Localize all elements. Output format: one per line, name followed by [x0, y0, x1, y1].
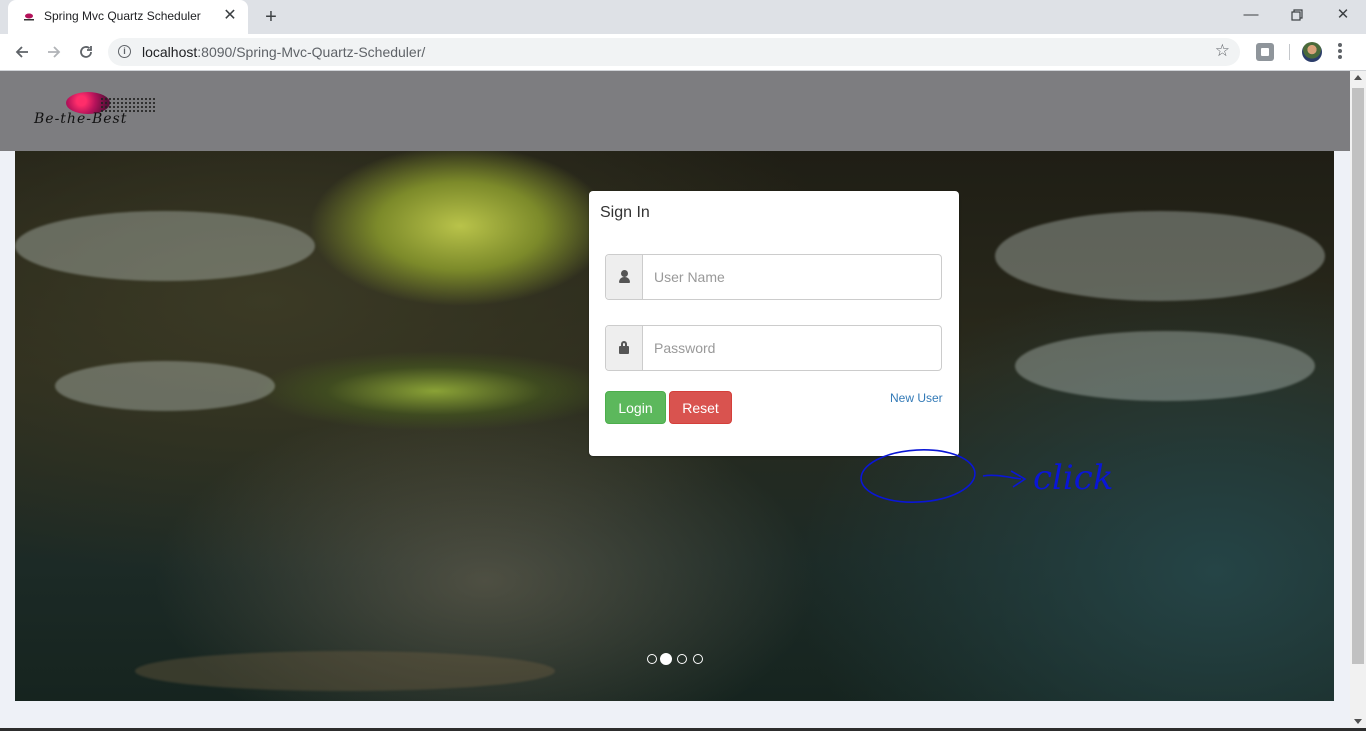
- site-logo[interactable]: Be-the-Best: [30, 87, 195, 133]
- site-header: Be-the-Best: [0, 71, 1350, 151]
- splash-decoration: [1015, 331, 1315, 401]
- username-input[interactable]: [642, 255, 941, 299]
- carousel-dot[interactable]: [647, 654, 657, 664]
- scroll-thumb[interactable]: [1352, 88, 1364, 664]
- logo-text: Be-the-Best: [34, 111, 128, 127]
- browser-menu-icon[interactable]: [1337, 43, 1343, 61]
- address-bar[interactable]: i localhost:8090/Spring-Mvc-Quartz-Sched…: [108, 38, 1240, 66]
- minimize-icon[interactable]: —: [1228, 0, 1274, 30]
- info-icon[interactable]: i: [118, 45, 131, 58]
- browser-tab[interactable]: Spring Mvc Quartz Scheduler ✕: [8, 0, 248, 34]
- url-text: localhost:8090/Spring-Mvc-Quartz-Schedul…: [142, 44, 426, 60]
- scroll-up-icon[interactable]: [1354, 75, 1362, 80]
- new-tab-icon[interactable]: +: [260, 6, 282, 28]
- tab-title: Spring Mvc Quartz Scheduler: [44, 9, 201, 23]
- profile-avatar[interactable]: [1302, 42, 1322, 62]
- password-input[interactable]: [642, 326, 941, 370]
- reload-icon[interactable]: [74, 40, 98, 64]
- close-window-icon[interactable]: ✕: [1320, 0, 1366, 30]
- signin-panel: Sign In Login Reset New User: [589, 191, 959, 456]
- click-annotation: click: [860, 449, 1113, 503]
- forward-icon[interactable]: [42, 40, 66, 64]
- new-user-link[interactable]: New User: [890, 391, 943, 405]
- login-button[interactable]: Login: [605, 391, 666, 424]
- username-group: [605, 254, 942, 300]
- carousel-dot-active[interactable]: [660, 653, 672, 665]
- carousel-dot[interactable]: [693, 654, 703, 664]
- page-scrollbar[interactable]: [1350, 71, 1366, 731]
- restore-icon[interactable]: [1274, 0, 1320, 30]
- password-group: [605, 325, 942, 371]
- page-footer-area: [0, 701, 1350, 731]
- page-viewport: Be-the-Best Sign In User Name Login Rese…: [0, 71, 1350, 731]
- password-addon: [606, 326, 643, 370]
- root-decoration: [135, 651, 555, 691]
- browser-toolbar: i localhost:8090/Spring-Mvc-Quartz-Sched…: [0, 34, 1366, 71]
- browser-tabstrip: Spring Mvc Quartz Scheduler ✕ + — ✕: [0, 0, 1366, 34]
- lock-icon: [619, 341, 629, 354]
- carousel-dot[interactable]: [677, 654, 687, 664]
- splash-decoration: [15, 211, 315, 281]
- extension-icon[interactable]: [1256, 43, 1274, 61]
- annotation-text: click: [1033, 458, 1113, 498]
- toolbar-divider: [1289, 44, 1290, 60]
- user-icon: [619, 270, 630, 284]
- tab-close-icon[interactable]: ✕: [222, 8, 238, 24]
- splash-decoration: [995, 211, 1325, 301]
- scroll-down-icon[interactable]: [1354, 719, 1362, 724]
- signin-title: Sign In: [600, 204, 650, 221]
- reset-button[interactable]: Reset: [669, 391, 732, 424]
- site-favicon-icon: [24, 13, 34, 21]
- splash-decoration: [55, 361, 275, 411]
- bookmark-star-icon[interactable]: ☆: [1215, 41, 1230, 61]
- username-addon: [606, 255, 643, 299]
- back-icon[interactable]: [10, 40, 34, 64]
